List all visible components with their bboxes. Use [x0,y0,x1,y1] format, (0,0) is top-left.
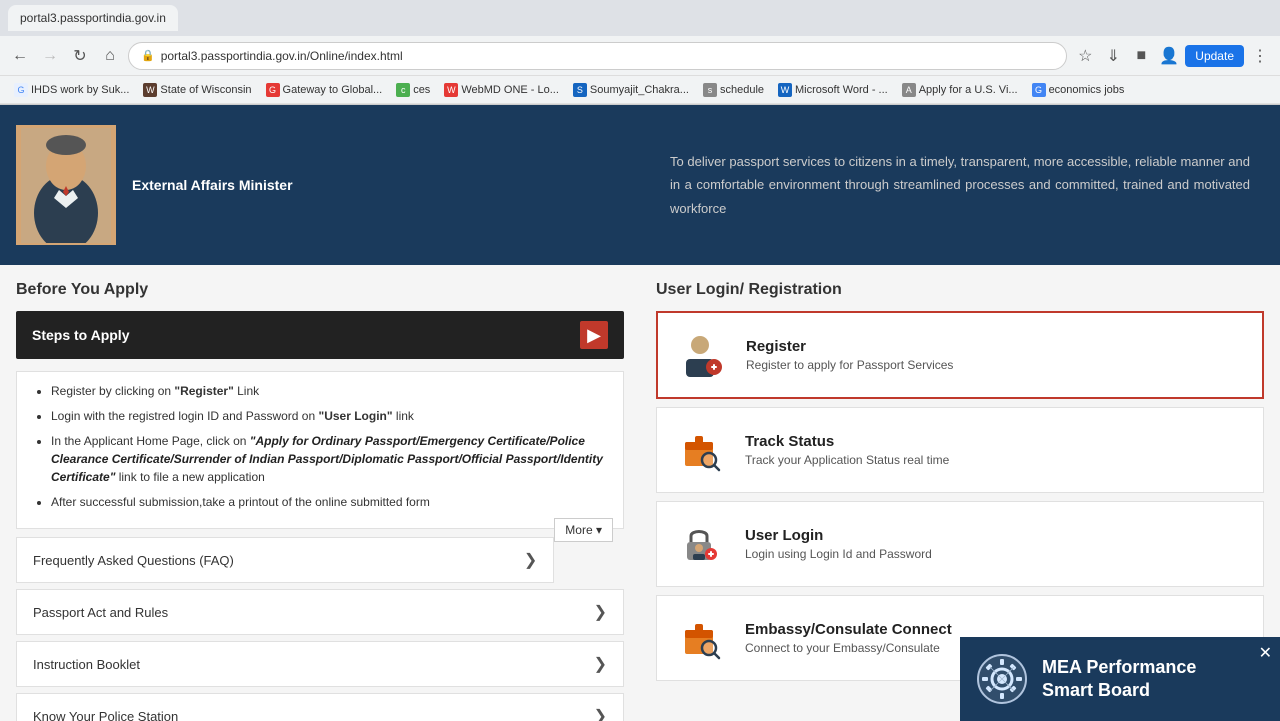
forward-button[interactable]: → [38,44,62,68]
extensions-icon[interactable]: ■ [1129,44,1153,68]
track-status-card[interactable]: Track Status Track your Application Stat… [656,407,1264,493]
bookmark-ces[interactable]: c ces [390,81,436,99]
step-2: Login with the registred login ID and Pa… [51,407,613,425]
bookmark-favicon: A [902,83,916,97]
user-login-title: User Login/ Registration [656,281,1264,299]
lock-icon: 🔒 [141,49,155,62]
accordion-faq[interactable]: Frequently Asked Questions (FAQ) ❯ [16,537,554,583]
track-card-text: Track Status Track your Application Stat… [745,433,949,467]
before-apply-title: Before You Apply [16,281,624,299]
bookmark-favicon: G [14,83,28,97]
bookmarks-bar: G IHDS work by Suk... W State of Wiscons… [0,76,1280,104]
minister-title: External Affairs Minister [132,177,293,193]
minister-section: External Affairs Minister [0,105,640,265]
bookmark-schedule[interactable]: s schedule [697,81,770,99]
profile-icon[interactable]: 👤 [1157,44,1181,68]
bookmark-favicon: S [573,83,587,97]
bookmark-msword[interactable]: W Microsoft Word - ... [772,81,894,99]
track-icon [673,422,729,478]
active-tab[interactable]: portal3.passportindia.gov.in [8,5,178,31]
login-card-title: User Login [745,527,932,544]
bookmark-favicon: G [266,83,280,97]
bookmark-favicon: s [703,83,717,97]
login-card-text: User Login Login using Login Id and Pass… [745,527,932,561]
accordion-faq-arrow: ❯ [524,550,537,570]
nav-bar: ← → ↻ ⌂ 🔒 portal3.passportindia.gov.in/O… [0,36,1280,76]
minister-info: External Affairs Minister [132,177,293,193]
bookmark-favicon: W [778,83,792,97]
menu-icon[interactable]: ⋮ [1248,44,1272,68]
page-content: External Affairs Minister To deliver pas… [0,105,1280,721]
step-3: In the Applicant Home Page, click on "Ap… [51,432,613,486]
bookmark-icon[interactable]: ☆ [1073,44,1097,68]
bookmark-economics[interactable]: G economics jobs [1026,81,1131,99]
mission-section: To deliver passport services to citizens… [640,105,1280,265]
register-card-text: Register Register to apply for Passport … [746,338,953,372]
address-bar[interactable]: 🔒 portal3.passportindia.gov.in/Online/in… [128,42,1067,70]
accordion-instruction[interactable]: Instruction Booklet ❯ [16,641,624,687]
bookmark-ihds[interactable]: G IHDS work by Suk... [8,81,135,99]
register-card[interactable]: Register Register to apply for Passport … [656,311,1264,399]
back-button[interactable]: ← [8,44,32,68]
accordion-instruction-arrow: ❯ [594,654,607,674]
minister-photo [16,125,116,245]
update-button[interactable]: Update [1185,45,1244,67]
bookmark-wisconsin[interactable]: W State of Wisconsin [137,81,257,99]
minister-svg [21,128,111,243]
step-4: After successful submission,take a print… [51,493,613,511]
bookmark-favicon: G [1032,83,1046,97]
accordion-instruction-label: Instruction Booklet [33,657,140,672]
accordion-police[interactable]: Know Your Police Station ❯ [16,693,624,721]
browser-chrome: portal3.passportindia.gov.in ← → ↻ ⌂ 🔒 p… [0,0,1280,105]
mission-text: To deliver passport services to citizens… [670,150,1250,220]
mea-logo [976,653,1028,705]
mea-widget[interactable]: ✕ M [960,637,1280,721]
mea-text: MEA PerformanceSmart Board [1042,656,1196,703]
login-icon [673,516,729,572]
url-text: portal3.passportindia.gov.in/Online/inde… [161,49,403,63]
bookmark-gateway[interactable]: G Gateway to Global... [260,81,389,99]
tab-bar: portal3.passportindia.gov.in [0,0,1280,36]
register-icon [674,327,730,383]
register-card-desc: Register to apply for Passport Services [746,358,953,372]
step-1: Register by clicking on "Register" Link [51,382,613,400]
track-card-title: Track Status [745,433,949,450]
bookmark-soumyajit[interactable]: S Soumyajit_Chakra... [567,81,695,99]
steps-list: Register by clicking on "Register" Link … [41,382,613,511]
bookmark-favicon: W [444,83,458,97]
embassy-card-text: Embassy/Consulate Connect Connect to you… [745,621,952,655]
accordion-passport-act-arrow: ❯ [594,602,607,622]
user-login-card[interactable]: User Login Login using Login Id and Pass… [656,501,1264,587]
accordion-police-label: Know Your Police Station [33,709,178,721]
more-button[interactable]: More ▾ [554,518,613,542]
steps-arrow-icon: ▶ [580,321,608,349]
accordion-police-arrow: ❯ [594,706,607,721]
mea-title: MEA PerformanceSmart Board [1042,656,1196,703]
steps-to-apply-header[interactable]: Steps to Apply ▶ [16,311,624,359]
accordion-faq-label: Frequently Asked Questions (FAQ) [33,553,234,568]
track-card-desc: Track your Application Status real time [745,453,949,467]
left-panel: Before You Apply Steps to Apply ▶ Regist… [0,265,640,721]
accordion-passport-act-label: Passport Act and Rules [33,605,168,620]
bookmark-visa[interactable]: A Apply for a U.S. Vi... [896,81,1024,99]
steps-header-label: Steps to Apply [32,327,130,343]
steps-content: Register by clicking on "Register" Link … [16,371,624,529]
embassy-icon [673,610,729,666]
register-card-title: Register [746,338,953,355]
mea-close-icon[interactable]: ✕ [1259,643,1272,663]
top-banner: External Affairs Minister To deliver pas… [0,105,1280,265]
download-icon[interactable]: ⇓ [1101,44,1125,68]
login-card-desc: Login using Login Id and Password [745,547,932,561]
bookmark-favicon: W [143,83,157,97]
home-button[interactable]: ⌂ [98,44,122,68]
browser-actions: ☆ ⇓ ■ 👤 Update ⋮ [1073,44,1272,68]
bookmark-favicon: c [396,83,410,97]
embassy-card-desc: Connect to your Embassy/Consulate [745,641,952,655]
bookmark-webmd[interactable]: W WebMD ONE - Lo... [438,81,565,99]
reload-button[interactable]: ↻ [68,44,92,68]
more-btn-container: More ▾ [41,518,613,522]
accordion-passport-act[interactable]: Passport Act and Rules ❯ [16,589,624,635]
embassy-card-title: Embassy/Consulate Connect [745,621,952,638]
